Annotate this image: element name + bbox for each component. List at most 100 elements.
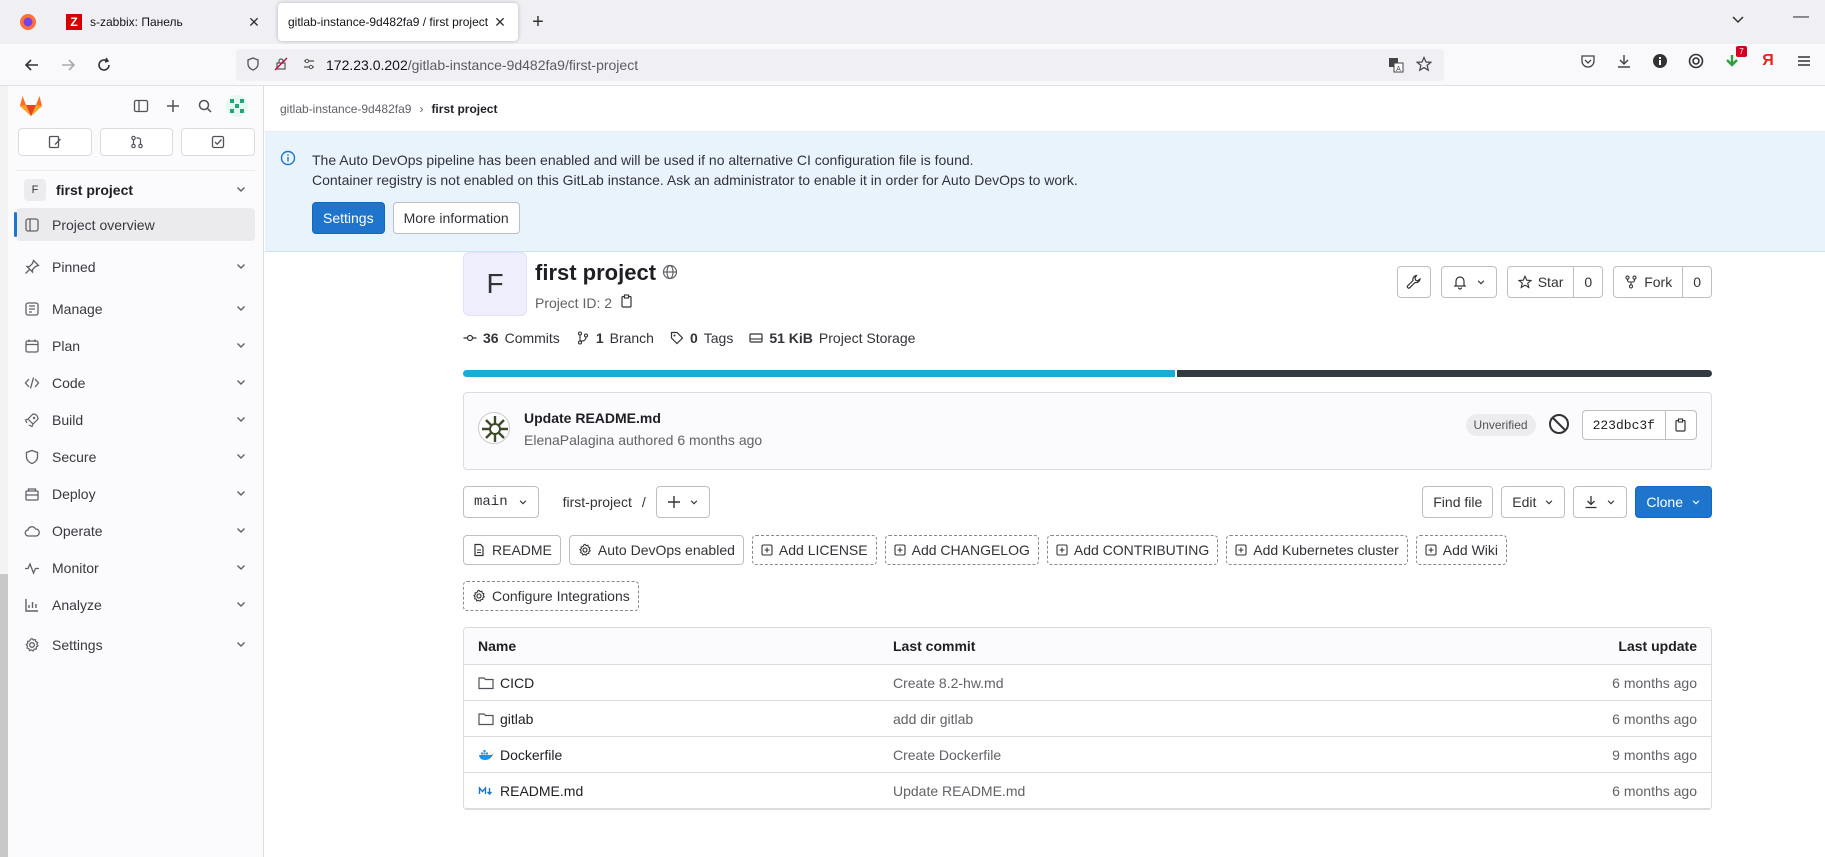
- table-row[interactable]: gitlab add dir gitlab 6 months ago: [464, 701, 1711, 737]
- project-icon: [24, 217, 40, 233]
- add-license-button[interactable]: Add LICENSE: [751, 535, 877, 565]
- sidebar-item-code[interactable]: Code: [16, 366, 255, 399]
- commit-author-link[interactable]: ElenaPalagina: [524, 432, 614, 448]
- scrollbar-thumb[interactable]: [0, 574, 8, 857]
- sidebar-item-manage[interactable]: Manage: [16, 292, 255, 325]
- close-tab-icon[interactable]: ✕: [246, 14, 262, 31]
- file-last-commit-link[interactable]: Create Dockerfile: [893, 747, 1497, 763]
- chevron-down-icon: [235, 449, 247, 465]
- find-file-button[interactable]: Find file: [1422, 486, 1494, 518]
- sidebar-item-settings[interactable]: Settings: [16, 628, 255, 661]
- sidebar-item-pinned[interactable]: Pinned: [16, 250, 255, 283]
- sidebar-item-deploy[interactable]: Deploy: [16, 477, 255, 510]
- file-name-link[interactable]: Dockerfile: [500, 747, 562, 763]
- sidebar-item-project-overview[interactable]: Project overview: [14, 208, 255, 241]
- storage-link[interactable]: 51 KiB Project Storage: [749, 330, 915, 346]
- fork-count[interactable]: 0: [1682, 267, 1711, 297]
- breadcrumb-project-link[interactable]: first project: [431, 102, 497, 116]
- star-count[interactable]: 0: [1573, 267, 1602, 297]
- file-last-commit-link[interactable]: Update README.md: [893, 783, 1497, 799]
- commit-sha[interactable]: 223dbc3f: [1583, 411, 1665, 439]
- clone-dropdown-button[interactable]: Clone: [1635, 486, 1712, 518]
- sidebar-item-plan[interactable]: Plan: [16, 329, 255, 362]
- commits-link[interactable]: 36 Commits: [463, 330, 560, 346]
- search-icon[interactable]: [189, 90, 221, 122]
- url-bar[interactable]: 172.23.0.202/gitlab-instance-9d482fa9/fi…: [236, 49, 1444, 81]
- todos-counter-button[interactable]: [181, 128, 256, 156]
- file-last-commit-link[interactable]: add dir gitlab: [893, 711, 1497, 727]
- tags-link[interactable]: 0 Tags: [670, 330, 733, 346]
- configure-integrations-button[interactable]: Configure Integrations: [463, 581, 639, 611]
- sidebar-item-monitor[interactable]: Monitor: [16, 551, 255, 584]
- breadcrumb-group-link[interactable]: gitlab-instance-9d482fa9: [280, 102, 411, 116]
- admin-wrench-button[interactable]: [1396, 266, 1431, 298]
- create-new-icon[interactable]: [157, 90, 189, 122]
- add-changelog-button[interactable]: Add CHANGELOG: [884, 535, 1039, 565]
- project-switcher[interactable]: F first project: [16, 170, 255, 204]
- commit-author-avatar[interactable]: [478, 412, 510, 444]
- minimize-window-icon[interactable]: —: [1793, 8, 1809, 26]
- shield-icon[interactable]: [246, 56, 260, 74]
- file-name-link[interactable]: README.md: [500, 783, 583, 799]
- notification-button[interactable]: [1440, 266, 1497, 298]
- add-wiki-button[interactable]: Add Wiki: [1415, 535, 1507, 565]
- copy-sha-icon[interactable]: [1665, 411, 1696, 439]
- pocket-icon[interactable]: [1579, 52, 1597, 70]
- banner-settings-button[interactable]: Settings: [312, 202, 385, 234]
- merge-requests-counter-button[interactable]: [99, 128, 174, 156]
- add-to-tree-button[interactable]: [655, 486, 710, 518]
- repo-path-link[interactable]: first-project: [563, 494, 632, 510]
- download-dropdown-button[interactable]: [1573, 486, 1628, 518]
- add-contributing-button[interactable]: Add CONTRIBUTING: [1046, 535, 1219, 565]
- tab-zabbix[interactable]: Z s-zabbix: Панель ✕: [56, 3, 272, 41]
- firefox-menu-icon[interactable]: [0, 0, 56, 44]
- download-extension-icon[interactable]: 7: [1723, 46, 1747, 70]
- sidebar-item-secure[interactable]: Secure: [16, 440, 255, 473]
- edit-dropdown-button[interactable]: Edit: [1501, 486, 1566, 518]
- table-row[interactable]: README.md Update README.md 6 months ago: [464, 773, 1711, 809]
- bookmark-star-icon[interactable]: [1415, 56, 1433, 75]
- yandex-icon[interactable]: Я: [1759, 52, 1777, 70]
- table-row[interactable]: CICD Create 8.2-hw.md 6 months ago: [464, 665, 1711, 701]
- language-bar-segment-primary[interactable]: [463, 370, 1175, 377]
- file-name-link[interactable]: gitlab: [500, 711, 533, 727]
- table-row[interactable]: Dockerfile Create Dockerfile 9 months ago: [464, 737, 1711, 773]
- app-menu-icon[interactable]: [1795, 52, 1813, 70]
- branches-link[interactable]: 1 Branch: [576, 330, 654, 346]
- sidebar-item-label: Project overview: [52, 216, 155, 233]
- extension-circle-icon[interactable]: [1687, 52, 1705, 70]
- file-name-link[interactable]: CICD: [500, 675, 534, 691]
- more-information-button[interactable]: More information: [392, 202, 520, 234]
- fork-button-group[interactable]: Fork 0: [1613, 266, 1712, 298]
- issues-counter-button[interactable]: [18, 128, 92, 156]
- forward-button[interactable]: [50, 49, 86, 81]
- file-last-commit-link[interactable]: Create 8.2-hw.md: [893, 675, 1497, 691]
- branch-selector[interactable]: main: [463, 486, 539, 518]
- insecure-lock-icon[interactable]: [274, 57, 288, 74]
- user-avatar[interactable]: [221, 90, 253, 122]
- sidebar-item-build[interactable]: Build: [16, 403, 255, 436]
- star-button-group[interactable]: Star 0: [1506, 266, 1604, 298]
- readme-button[interactable]: README: [463, 535, 561, 565]
- downloads-icon[interactable]: [1615, 52, 1633, 70]
- language-bar-segment-secondary[interactable]: [1176, 370, 1712, 377]
- back-button[interactable]: [14, 49, 50, 81]
- sidebar-item-operate[interactable]: Operate: [16, 514, 255, 547]
- copy-project-id-icon[interactable]: [620, 294, 634, 311]
- sidebar-item-analyze[interactable]: Analyze: [16, 588, 255, 621]
- unverified-badge[interactable]: Unverified: [1465, 414, 1536, 436]
- info-extension-icon[interactable]: [1651, 52, 1669, 70]
- new-tab-button[interactable]: +: [518, 3, 558, 41]
- translate-icon[interactable]: A: [1388, 57, 1404, 76]
- commit-title-link[interactable]: Update README.md: [524, 410, 661, 426]
- gitlab-logo-icon[interactable]: [18, 92, 44, 121]
- auto-devops-enabled-button[interactable]: Auto DevOps enabled: [568, 535, 744, 565]
- close-tab-icon[interactable]: ✕: [492, 14, 508, 31]
- reload-button[interactable]: [86, 49, 122, 81]
- tab-gitlab[interactable]: gitlab-instance-9d482fa9 / first project…: [278, 3, 518, 41]
- pipeline-status-icon[interactable]: [1548, 413, 1570, 438]
- add-kubernetes-cluster-button[interactable]: Add Kubernetes cluster: [1226, 535, 1408, 565]
- permissions-icon[interactable]: [302, 57, 316, 74]
- list-all-tabs-icon[interactable]: [1731, 12, 1745, 29]
- sidebar-toggle-icon[interactable]: [125, 90, 157, 122]
